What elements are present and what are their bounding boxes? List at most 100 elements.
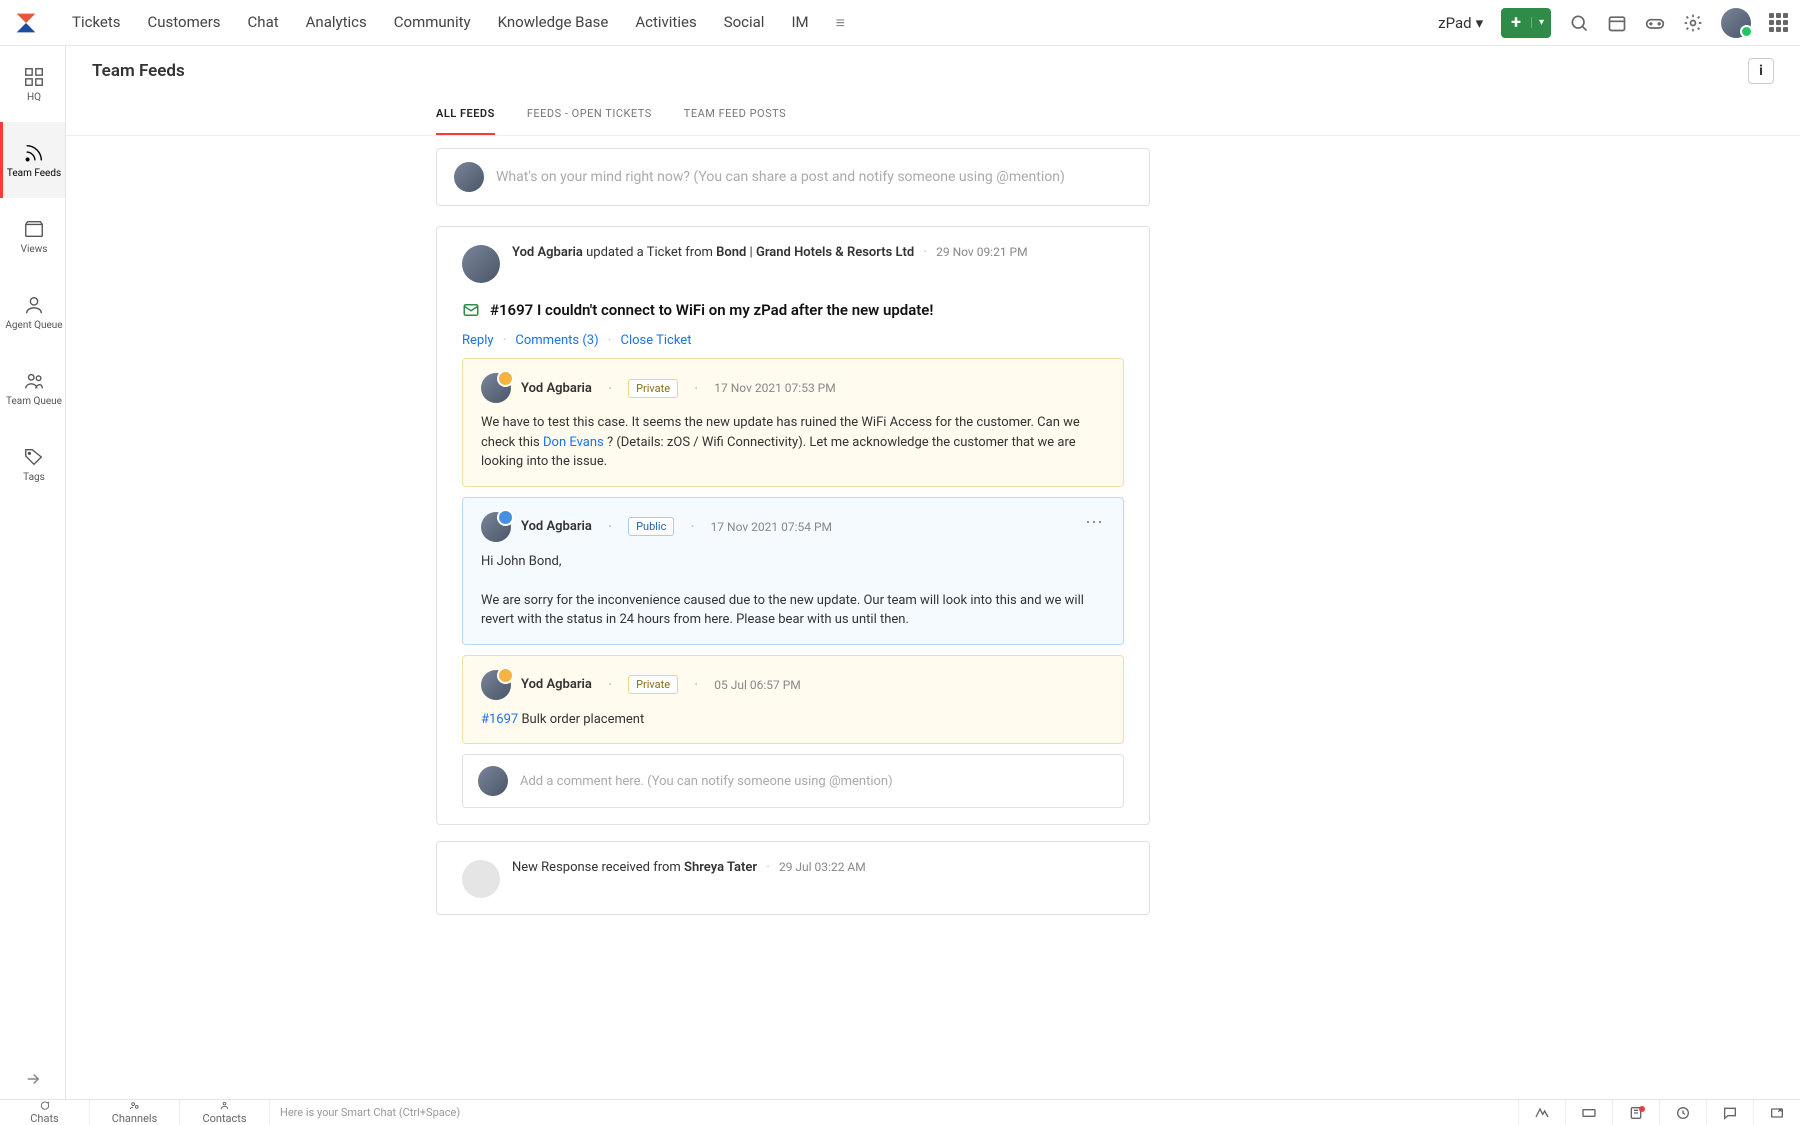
- add-comment[interactable]: Add a comment here. (You can notify some…: [462, 754, 1124, 808]
- feed-verb: updated a Ticket from: [583, 245, 716, 260]
- comment-author[interactable]: Yod Agbaria: [521, 519, 592, 534]
- composer-placeholder: What's on your mind right now? (You can …: [496, 169, 1065, 185]
- bb-notification-icon[interactable]: [1612, 1100, 1659, 1125]
- add-caret[interactable]: ▾: [1531, 17, 1551, 28]
- post-composer[interactable]: What's on your mind right now? (You can …: [436, 148, 1150, 206]
- calendar-icon[interactable]: [1607, 13, 1627, 33]
- feed-actor[interactable]: Shreya Tater: [684, 860, 757, 875]
- comment-ts: 05 Jul 06:57 PM: [714, 678, 801, 692]
- ticket-link[interactable]: #1697: [481, 712, 518, 727]
- topnav-tabs: Tickets Customers Chat Analytics Communi…: [60, 0, 821, 45]
- feedtab-posts[interactable]: TEAM FEED POSTS: [684, 96, 786, 135]
- tab-community[interactable]: Community: [382, 0, 483, 45]
- feedtab-all[interactable]: ALL FEEDS: [436, 96, 495, 135]
- rail-team-queue[interactable]: Team Queue: [0, 350, 65, 426]
- rail-expand-icon[interactable]: [0, 1059, 65, 1099]
- add-comment-avatar: [478, 766, 508, 796]
- add-comment-placeholder: Add a comment here. (You can notify some…: [520, 774, 893, 789]
- bb-chat-icon[interactable]: [1706, 1100, 1753, 1125]
- rail-hq[interactable]: HQ: [0, 46, 65, 122]
- comment-avatar[interactable]: [481, 512, 511, 542]
- composer-avatar: [454, 162, 484, 192]
- bb-channels[interactable]: Channels: [90, 1100, 180, 1125]
- comment-avatar[interactable]: [481, 373, 511, 403]
- comment-private: Yod Agbaria · Private · 05 Jul 06:57 PM …: [462, 655, 1124, 745]
- feed-avatar[interactable]: [462, 245, 500, 283]
- topnav-right: zPad ▾ + ▾: [1438, 8, 1788, 38]
- private-badge: Private: [628, 675, 678, 694]
- tab-customers[interactable]: Customers: [136, 0, 233, 45]
- top-nav: Tickets Customers Chat Analytics Communi…: [0, 0, 1800, 46]
- feed-timestamp: 29 Nov 09:21 PM: [936, 245, 1027, 259]
- rail-label: Team Queue: [6, 396, 62, 407]
- bb-expand-icon[interactable]: [1753, 1100, 1800, 1125]
- public-badge: Public: [628, 517, 674, 536]
- more-icon[interactable]: ⋯: [1085, 512, 1105, 533]
- comment-author[interactable]: Yod Agbaria: [521, 381, 592, 396]
- workspace-name: zPad: [1438, 14, 1471, 32]
- gear-icon[interactable]: [1683, 13, 1703, 33]
- bb-unknown-1[interactable]: [1518, 1100, 1565, 1125]
- private-badge: Private: [628, 379, 678, 398]
- smart-chat-hint: Here is your Smart Chat (Ctrl+Space): [280, 1106, 460, 1119]
- rail-label: HQ: [27, 92, 41, 103]
- tray-icon: [23, 218, 45, 240]
- left-rail: HQ Team Feeds Views Agent Queue Team Que…: [0, 46, 66, 1099]
- user-avatar[interactable]: [1721, 8, 1751, 38]
- rail-tags[interactable]: Tags: [0, 426, 65, 502]
- grid-icon: [23, 66, 45, 88]
- tab-activities[interactable]: Activities: [623, 0, 708, 45]
- bb-contacts[interactable]: Contacts: [180, 1100, 270, 1125]
- comment-ts: 17 Nov 2021 07:53 PM: [714, 381, 835, 395]
- mail-icon: [462, 301, 480, 319]
- tab-social[interactable]: Social: [712, 0, 777, 45]
- comment-ts: 17 Nov 2021 07:54 PM: [711, 520, 832, 534]
- tab-kb[interactable]: Knowledge Base: [486, 0, 621, 45]
- close-ticket-link[interactable]: Close Ticket: [621, 333, 692, 348]
- feed-prefix: New Response received from: [512, 860, 684, 875]
- feed-actor[interactable]: Yod Agbaria: [512, 245, 583, 260]
- add-main[interactable]: +: [1501, 12, 1531, 33]
- search-icon[interactable]: [1569, 13, 1589, 33]
- info-button[interactable]: i: [1748, 58, 1774, 84]
- gamepad-icon[interactable]: [1645, 13, 1665, 33]
- ticket-title: #1697 I couldn't connect to WiFi on my z…: [490, 301, 933, 319]
- feed-org[interactable]: Grand Hotels & Resorts Ltd: [756, 245, 914, 260]
- tab-analytics[interactable]: Analytics: [294, 0, 379, 45]
- comment-public: Yod Agbaria · Public · 17 Nov 2021 07:54…: [462, 497, 1124, 645]
- tab-chat[interactable]: Chat: [236, 0, 291, 45]
- mention-link[interactable]: Don Evans: [543, 435, 604, 450]
- feedtab-open[interactable]: FEEDS - OPEN TICKETS: [527, 96, 652, 135]
- comments-link[interactable]: Comments (3): [515, 333, 598, 348]
- tab-tickets[interactable]: Tickets: [60, 0, 133, 45]
- rail-views[interactable]: Views: [0, 198, 65, 274]
- feed-avatar[interactable]: [462, 860, 500, 898]
- tab-im[interactable]: IM: [779, 0, 820, 45]
- feed-card: Yod Agbaria updated a Ticket from Bond |…: [436, 226, 1150, 825]
- feed-tabs: ALL FEEDS FEEDS - OPEN TICKETS TEAM FEED…: [66, 96, 1800, 136]
- comment-avatar[interactable]: [481, 670, 511, 700]
- ticket-row[interactable]: #1697 I couldn't connect to WiFi on my z…: [462, 301, 1124, 319]
- comment-body: Hi John Bond, We are sorry for the incon…: [481, 552, 1105, 630]
- comment-body: We have to test this case. It seems the …: [481, 413, 1105, 472]
- rail-label: Team Feeds: [7, 168, 61, 179]
- bb-clock-icon[interactable]: [1659, 1100, 1706, 1125]
- bottom-bar: Chats Channels Contacts Here is your Sma…: [0, 1099, 1800, 1125]
- reply-link[interactable]: Reply: [462, 333, 494, 348]
- feed-card: New Response received from Shreya Tater …: [436, 841, 1150, 915]
- feed-scroll[interactable]: What's on your mind right now? (You can …: [66, 136, 1800, 1099]
- brand-logo[interactable]: [12, 9, 40, 37]
- apps-grid-icon[interactable]: [1769, 13, 1788, 32]
- feed-target[interactable]: Bond: [716, 245, 746, 260]
- comment-author[interactable]: Yod Agbaria: [521, 677, 592, 692]
- rail-agent-queue[interactable]: Agent Queue: [0, 274, 65, 350]
- rail-label: Tags: [23, 472, 45, 483]
- rail-team-feeds[interactable]: Team Feeds: [0, 122, 65, 198]
- add-button: + ▾: [1501, 8, 1551, 38]
- overflow-menu-icon[interactable]: ≡: [836, 13, 845, 33]
- workspace-selector[interactable]: zPad ▾: [1438, 14, 1483, 32]
- rail-label: Views: [21, 244, 48, 255]
- bb-chats[interactable]: Chats: [0, 1100, 90, 1125]
- feed-meta: New Response received from Shreya Tater …: [512, 860, 1124, 875]
- bb-keyboard-icon[interactable]: [1565, 1100, 1612, 1125]
